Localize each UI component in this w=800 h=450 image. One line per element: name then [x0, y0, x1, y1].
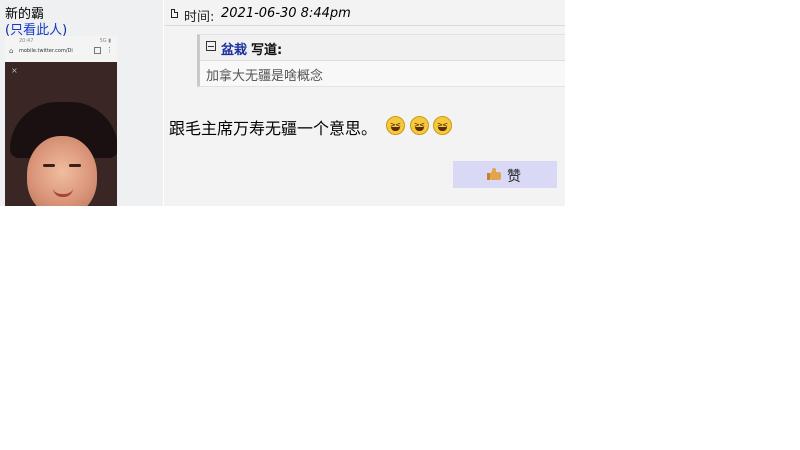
avatar[interactable]: 20:47 5G ▮ ⌂ mobile.twitter.com/Di ⋮ ×	[5, 36, 117, 206]
time-label: 时间:	[184, 10, 215, 25]
user-info-column: 新的霸 (只看此人) 20:47 5G ▮ ⌂ mobile.twitter.c…	[0, 0, 163, 206]
close-icon: ×	[11, 66, 18, 75]
avatar-status-time: 20:47	[19, 38, 34, 44]
like-label: 赞	[507, 169, 521, 185]
thumbs-up-icon	[487, 168, 501, 180]
home-icon: ⌂	[9, 47, 14, 55]
laughing-emoji-icon: > <	[386, 116, 405, 135]
tabs-icon	[94, 47, 101, 54]
like-button[interactable]: 赞	[453, 161, 557, 188]
avatar-eye-left	[43, 164, 55, 167]
quote-text: 加拿大无疆是啥概念	[206, 69, 324, 84]
quote-author-link[interactable]: 盆栽	[221, 39, 247, 58]
post-body: 跟毛主席万寿无疆一个意思。	[169, 119, 378, 138]
quote-block: 盆栽 写道: 加拿大无疆是啥概念	[197, 34, 565, 87]
more-vert-icon: ⋮	[106, 46, 113, 54]
laughing-emoji-icon: > <	[410, 116, 429, 135]
document-icon	[171, 9, 178, 18]
collapse-icon[interactable]	[206, 41, 216, 51]
avatar-status-signal: 5G ▮	[99, 38, 111, 44]
avatar-eye-right	[69, 164, 81, 167]
avatar-url-text: mobile.twitter.com/Di	[19, 48, 73, 54]
post-time-row: 时间: 2021-06-30 8:44pm	[164, 0, 565, 26]
post-timestamp: 2021-06-30 8:44pm	[221, 6, 351, 21]
avatar-browser-bar: 20:47 5G ▮ ⌂ mobile.twitter.com/Di ⋮	[5, 36, 117, 62]
quote-wrote-label: 写道:	[251, 43, 283, 58]
post-column: 时间: 2021-06-30 8:44pm 盆栽 写道: 加拿大无疆是啥概念 跟…	[164, 0, 565, 206]
quote-header: 盆栽 写道:	[200, 35, 565, 61]
laughing-emoji-icon: > <	[433, 116, 452, 135]
